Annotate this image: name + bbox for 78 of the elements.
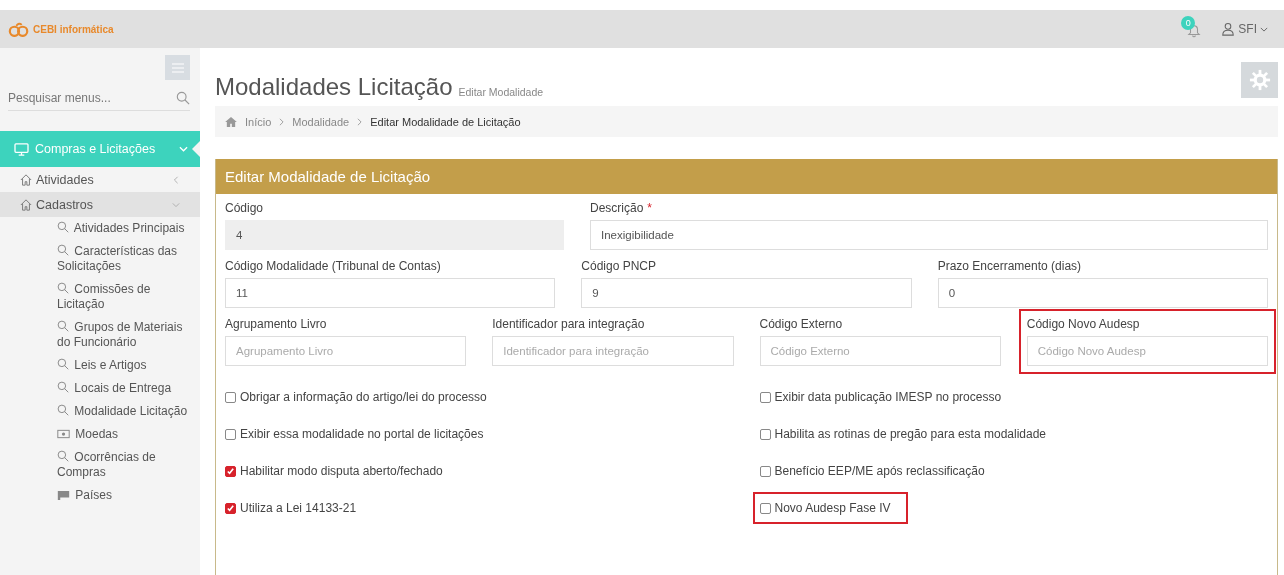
settings-icon [1248, 69, 1271, 91]
sidebar-subitem[interactable]: Comissões de Licitação [0, 278, 200, 316]
checkbox-option[interactable]: Habilitar modo disputa aberto/fechado [225, 462, 443, 480]
checkbox[interactable] [759, 502, 771, 514]
search-icon [57, 450, 69, 462]
checkbox-option[interactable]: Habilita as rotinas de pregão para esta modalidade [759, 425, 1046, 443]
chevron-down-icon [1260, 26, 1268, 32]
monitor-icon [14, 142, 29, 156]
home-icon [225, 116, 237, 127]
chevron-icon [172, 175, 180, 184]
logo-icon [8, 21, 30, 37]
flag-icon [57, 490, 70, 500]
field-label: Prazo Encerramento (dias) [937, 259, 1083, 273]
checkbox[interactable] [759, 391, 771, 403]
breadcrumb-separator-icon [357, 117, 363, 126]
banknote-icon [57, 429, 70, 439]
home-icon [20, 173, 32, 186]
search-icon [57, 404, 69, 416]
input-field[interactable]: Código Externo [759, 336, 1001, 366]
chevron-icon [172, 200, 180, 209]
required-mark: * [647, 201, 653, 215]
search-icon [57, 320, 69, 332]
input-field[interactable]: Agrupamento Livro [225, 336, 467, 366]
input-field[interactable]: 0 [937, 278, 1268, 308]
field-label: Código Novo Audesp [1026, 317, 1141, 331]
checkbox-option[interactable]: Obrigar a informação do artigo/lei do processo [225, 388, 487, 406]
field-label: Código [225, 201, 265, 215]
sidebar-subitem[interactable]: Locais de Entrega [0, 377, 200, 400]
sidebar-subitem[interactable]: Grupos de Materiais do Funcionário [0, 316, 200, 354]
search-icon [176, 91, 190, 105]
user-icon [1221, 22, 1236, 36]
home-icon [20, 198, 32, 211]
breadcrumb-current: Editar Modalidade de Licitação [370, 115, 521, 128]
chevron-icon [179, 146, 188, 152]
checkbox[interactable] [759, 428, 771, 440]
sidebar-subitem[interactable]: Moedas [0, 423, 200, 446]
field-label: Identificador para integração [492, 317, 646, 331]
input-field[interactable]: Identificador para integração [492, 336, 734, 366]
checkbox[interactable] [225, 465, 236, 477]
sidebar-subitem[interactable]: Características das Solicitações [0, 240, 200, 278]
field-label: Descrição * [590, 201, 654, 215]
panel-title: Editar Modalidade de Licitação [225, 168, 431, 185]
checkbox[interactable] [225, 391, 236, 403]
search-icon [57, 244, 69, 256]
checkbox-option[interactable]: Exibir data publicação IMESP no processo [759, 388, 1002, 406]
input-field[interactable]: Inexigibilidade [590, 220, 1268, 250]
user-menu[interactable]: SFI [1221, 22, 1268, 36]
search-icon [57, 381, 69, 393]
sidebar-subitem[interactable]: Modalidade Licitação [0, 400, 200, 423]
page-subtitle: Editar Modalidade [458, 86, 544, 100]
input-field[interactable]: Código Novo Audesp [1026, 336, 1268, 366]
checkbox-option[interactable]: Utiliza a Lei 14133-21 [225, 499, 357, 517]
field-label: Código PNCP [581, 259, 658, 273]
sidebar-subitem[interactable]: Ocorrências de Compras [0, 446, 200, 484]
brand-name: CEBI informática [33, 23, 114, 35]
checkbox[interactable] [759, 465, 771, 477]
search-icon [57, 358, 69, 370]
sidebar-subitem[interactable]: Leis e Artigos [0, 354, 200, 377]
field-label: Agrupamento Livro [225, 317, 328, 331]
checkbox-option[interactable]: Exibir essa modalidade no portal de licitações [225, 425, 484, 443]
checkbox[interactable] [225, 428, 236, 440]
sidebar-subitem[interactable]: Países [0, 484, 200, 507]
input-field[interactable]: 11 [225, 278, 556, 308]
breadcrumb-separator-icon [279, 117, 285, 126]
notification-count: 0 [1181, 15, 1196, 30]
search-icon [57, 221, 69, 233]
sidebar-item[interactable]: Cadastros [0, 192, 200, 217]
page-title: Modalidades Licitação [215, 72, 453, 102]
field-label: Código Modalidade (Tribunal de Contas) [225, 259, 442, 273]
checkbox[interactable] [225, 502, 236, 514]
input-field[interactable]: 9 [581, 278, 912, 308]
checkbox-option[interactable]: Novo Audesp Fase IV [759, 499, 901, 517]
field-label: Código Externo [759, 317, 844, 331]
menu-search-field[interactable]: Pesquisar menus... [8, 86, 176, 110]
checkbox-option[interactable]: Benefício EEP/ME após reclassificação [759, 462, 985, 480]
sidebar-subitem[interactable]: Atividades Principais [0, 217, 200, 240]
sidebar-item[interactable]: Atividades [0, 167, 200, 192]
search-icon [57, 282, 69, 294]
